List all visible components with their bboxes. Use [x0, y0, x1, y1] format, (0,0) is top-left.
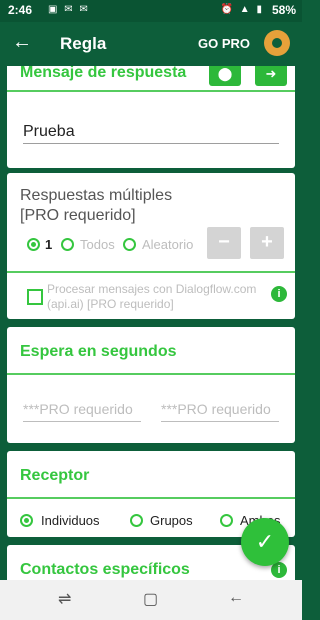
input-underline — [23, 421, 141, 422]
settings-gear-icon[interactable] — [264, 30, 290, 56]
radio-both[interactable] — [220, 514, 233, 527]
dialogflow-label: Procesar mensajes con Dialogflow.com (ap… — [47, 282, 273, 312]
response-message-card: Mensaje de respuesta ⬤ ➜ Prueba — [7, 66, 295, 168]
increment-button[interactable]: + — [250, 227, 284, 259]
wait-max-field[interactable]: ***PRO requerido — [161, 401, 279, 417]
info-icon[interactable]: i — [271, 286, 287, 302]
wait-min-field[interactable]: ***PRO requerido — [23, 401, 141, 417]
go-pro-button[interactable]: GO PRO — [198, 36, 250, 51]
input-underline — [161, 421, 279, 422]
recent-apps-icon[interactable]: ⇌ — [58, 589, 71, 609]
radio-all-label: Todos — [80, 237, 115, 252]
back-arrow-icon[interactable]: ← — [12, 31, 32, 54]
attach-rule-icon[interactable]: ➜ — [255, 66, 287, 86]
system-nav-bar: ⇌ ▢ ← — [0, 580, 302, 620]
radio-individuals[interactable] — [20, 514, 33, 527]
radio-random-label: Aleatorio — [142, 237, 194, 252]
dialogflow-label-line1: Procesar mensajes con Dialogflow.com — [47, 282, 257, 296]
radio-count-label: 1 — [45, 237, 53, 252]
status-bar: 2:46 ▣ ✉ ✉ ⏰ ▲ ▮ 58% — [0, 0, 302, 22]
response-message-input[interactable]: Prueba — [23, 123, 75, 141]
dialogflow-checkbox[interactable] — [27, 289, 43, 305]
decrement-button[interactable]: − — [207, 227, 241, 259]
location-pin-icon[interactable]: ⬤ — [209, 66, 241, 86]
multiple-responses-card: Respuestas múltiples [PRO requerido] 1 T… — [7, 173, 295, 319]
input-underline — [23, 143, 279, 144]
home-icon[interactable]: ▢ — [143, 589, 158, 609]
wait-seconds-title: Espera en segundos — [20, 343, 177, 360]
divider — [7, 373, 295, 375]
radio-random[interactable] — [123, 238, 136, 251]
wait-seconds-card: Espera en segundos ***PRO requerido ***P… — [7, 327, 295, 443]
specific-contacts-title: Contactos específicos — [20, 561, 190, 578]
dialogflow-label-line2: (api.ai) [PRO requerido] — [47, 297, 174, 311]
back-nav-icon[interactable]: ← — [228, 589, 244, 607]
radio-groups[interactable] — [130, 514, 143, 527]
radio-all[interactable] — [61, 238, 74, 251]
multiple-responses-title-line2: [PRO requerido] — [20, 207, 136, 224]
battery-level: 58% — [271, 3, 296, 17]
divider — [7, 497, 295, 499]
divider — [7, 271, 295, 273]
page-title: Regla — [60, 34, 107, 53]
system-icons: ⏰ ▲ ▮ — [220, 4, 264, 15]
rule-form: Mensaje de respuesta ⬤ ➜ Prueba Respuest… — [0, 66, 302, 580]
multiple-responses-title-line1: Respuestas múltiples — [20, 187, 173, 204]
status-time: 2:46 — [8, 3, 33, 17]
radio-individuals-label: Individuos — [41, 513, 100, 528]
radio-groups-label: Grupos — [150, 513, 193, 528]
receptor-title: Receptor — [20, 467, 90, 484]
notification-icons: ▣ ✉ ✉ — [48, 4, 90, 15]
radio-count-selected[interactable] — [27, 238, 40, 251]
response-message-title: Mensaje de respuesta — [20, 66, 187, 81]
multiple-responses-title: Respuestas múltiples [PRO requerido] — [20, 186, 172, 226]
app-bar: ← Regla GO PRO — [0, 22, 302, 66]
save-check-button[interactable]: ✓ — [241, 518, 289, 566]
divider — [7, 90, 295, 92]
